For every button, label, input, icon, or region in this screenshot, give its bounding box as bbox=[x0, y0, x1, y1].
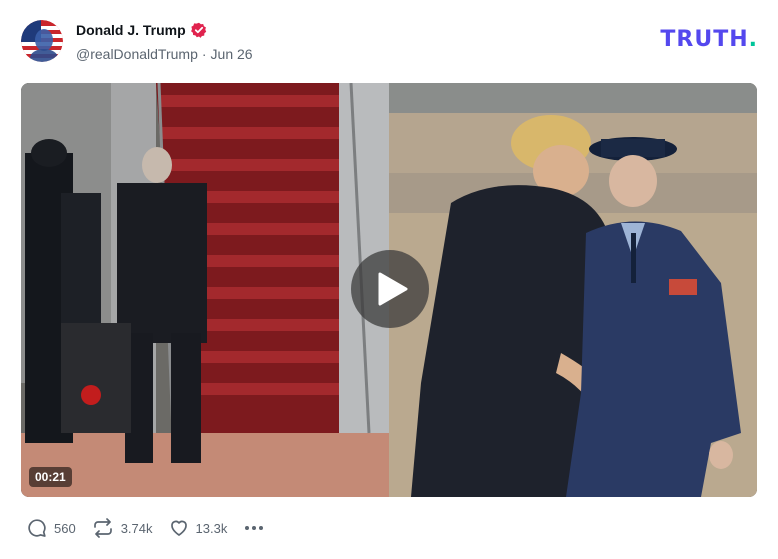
heart-icon bbox=[170, 520, 187, 536]
repost-icon bbox=[93, 518, 112, 538]
avatar-image bbox=[21, 20, 63, 62]
play-icon bbox=[378, 272, 408, 306]
play-button[interactable] bbox=[351, 250, 429, 328]
handle-row: @realDonaldTrump · Jun 26 bbox=[76, 46, 253, 62]
post-actions: 560 3.74k 13.3k bbox=[27, 518, 265, 538]
truth-post-card: Donald J. Trump @realDonaldTrump · Jun 2… bbox=[0, 0, 778, 559]
retruth-button[interactable]: 3.74k bbox=[92, 518, 153, 538]
comment-icon bbox=[28, 519, 46, 537]
author-handle[interactable]: @realDonaldTrump bbox=[76, 46, 198, 62]
like-count: 13.3k bbox=[195, 520, 228, 536]
avatar[interactable] bbox=[21, 20, 63, 62]
verified-badge-icon bbox=[190, 22, 207, 38]
reply-button[interactable]: 560 bbox=[27, 518, 76, 538]
author-name[interactable]: Donald J. Trump bbox=[76, 22, 186, 38]
video-player[interactable]: 00:21 bbox=[21, 83, 757, 497]
more-dot bbox=[252, 526, 257, 530]
truth-social-logo[interactable]: TRUTH. bbox=[660, 27, 758, 52]
video-duration: 00:21 bbox=[29, 467, 72, 487]
retruth-count: 3.74k bbox=[120, 520, 153, 536]
author-row: Donald J. Trump bbox=[76, 22, 207, 38]
more-options-button[interactable] bbox=[243, 522, 265, 534]
logo-text: TRUTH bbox=[660, 27, 749, 52]
post-date[interactable]: Jun 26 bbox=[211, 46, 253, 62]
separator: · bbox=[201, 46, 207, 62]
logo-dot: . bbox=[748, 27, 758, 52]
like-button[interactable]: 13.3k bbox=[169, 518, 228, 538]
reply-count: 560 bbox=[54, 520, 76, 536]
more-horizontal-icon bbox=[245, 526, 250, 530]
more-dot bbox=[259, 526, 264, 530]
